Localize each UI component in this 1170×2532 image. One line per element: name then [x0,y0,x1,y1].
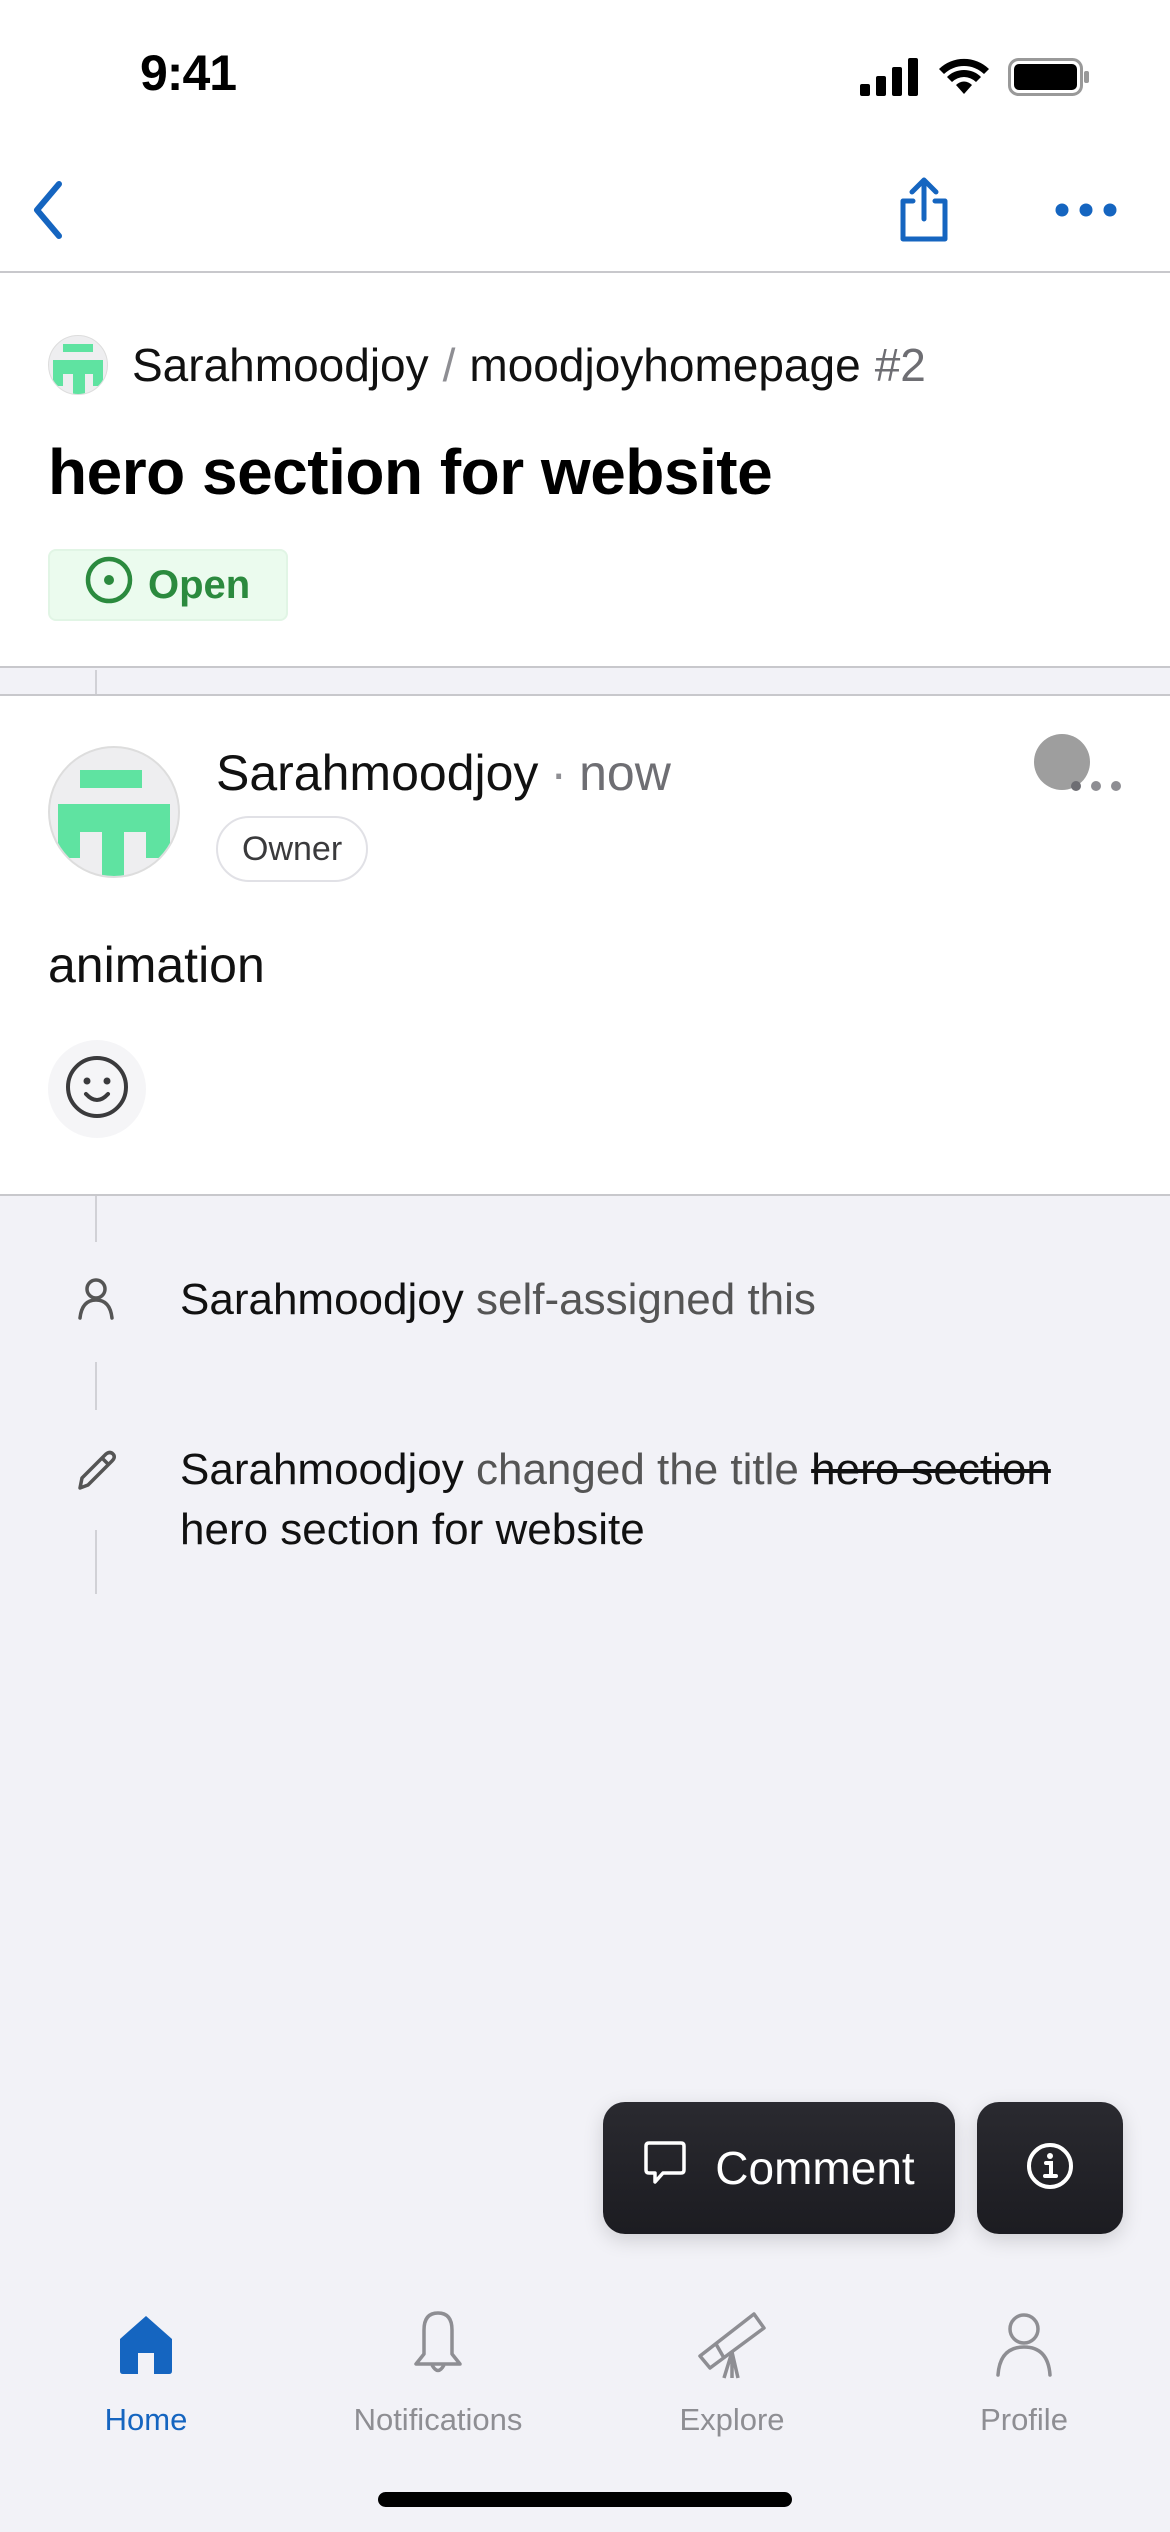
issue-open-icon [84,555,134,615]
event-actor[interactable]: Sarahmoodjoy [180,1445,464,1494]
timeline-event: Sarahmoodjoy changed the title hero sect… [0,1440,1170,1570]
status-badge: Open [48,549,289,621]
ellipsis-icon [1024,734,1134,826]
comment-card: Sarahmoodjoy · now Owner animation [0,694,1170,1196]
status-label: Open [148,562,251,607]
comment-separator: · [550,745,568,801]
comment-more-button[interactable] [1024,732,1134,822]
comment-author[interactable]: Sarahmoodjoy [216,744,538,802]
repo-separator: / [442,339,456,391]
telescope-icon [692,2304,772,2384]
tab-label: Explore [679,2402,785,2437]
timeline-event: Sarahmoodjoy self-assigned this [0,1270,1170,1340]
tab-label: Home [104,2402,188,2437]
comment-body: animation [48,937,265,993]
status-time: 9:41 [140,45,237,101]
event-new-title: hero section for website [180,1505,645,1554]
repo-owner-link[interactable]: Sarahmoodjoy [132,338,429,392]
event-actor[interactable]: Sarahmoodjoy [180,1275,464,1324]
info-button[interactable] [977,2102,1123,2234]
comment-button-label: Comment [715,2142,915,2194]
event-action: changed the title [475,1445,799,1494]
event-old-title: hero section [811,1445,1051,1494]
home-indicator[interactable] [378,2492,792,2507]
owner-avatar[interactable] [48,335,108,395]
issue-title: hero section for website [48,436,773,508]
pencil-icon [72,1446,120,1494]
tab-home[interactable]: Home [26,2304,266,2438]
home-icon [106,2304,186,2384]
comment-author-avatar[interactable] [48,746,180,878]
share-button[interactable] [888,170,960,254]
chevron-left-icon [31,180,65,245]
tab-label: Profile [980,2402,1068,2437]
add-reaction-button[interactable] [48,1040,146,1138]
role-badge: Owner [216,816,369,882]
share-icon [897,177,951,248]
event-description: Sarahmoodjoy self-assigned this [180,1270,1130,1330]
cellular-signal-icon [860,58,920,101]
event-description: Sarahmoodjoy changed the title hero sect… [180,1440,1130,1560]
issue-number: #2 [874,339,926,391]
battery-icon [1008,58,1090,101]
comment-header: Sarahmoodjoy · now [216,744,671,802]
timeline-connector [95,670,97,694]
timeline-connector [95,1196,97,1242]
issue-header: Sarahmoodjoy / moodjoyhomepage #2 hero s… [0,273,1170,668]
more-options-button[interactable] [1040,180,1132,244]
info-icon [1025,2141,1075,2196]
tab-label: Notifications [353,2402,523,2437]
tab-explore[interactable]: Explore [612,2304,852,2438]
status-bar: 9:41 [0,0,1170,150]
person-icon [984,2304,1064,2384]
status-icons [860,58,1090,101]
comment-button[interactable]: Comment [603,2102,955,2234]
comment-icon [643,2140,687,2197]
comment-timestamp: now [579,745,671,801]
ellipsis-icon [1055,202,1117,223]
event-action: self-assigned this [475,1275,816,1324]
tab-notifications[interactable]: Notifications [318,2304,558,2438]
smiley-icon [62,1052,132,1127]
navigation-bar [0,150,1170,273]
bell-icon [398,2304,478,2384]
tab-profile[interactable]: Profile [904,2304,1144,2438]
breadcrumb: Sarahmoodjoy / moodjoyhomepage #2 [48,335,926,395]
wifi-icon [938,58,990,101]
back-button[interactable] [18,174,78,250]
timeline-connector [95,1362,97,1410]
person-icon [72,1274,120,1322]
repo-name-link[interactable]: moodjoyhomepage [469,338,860,392]
